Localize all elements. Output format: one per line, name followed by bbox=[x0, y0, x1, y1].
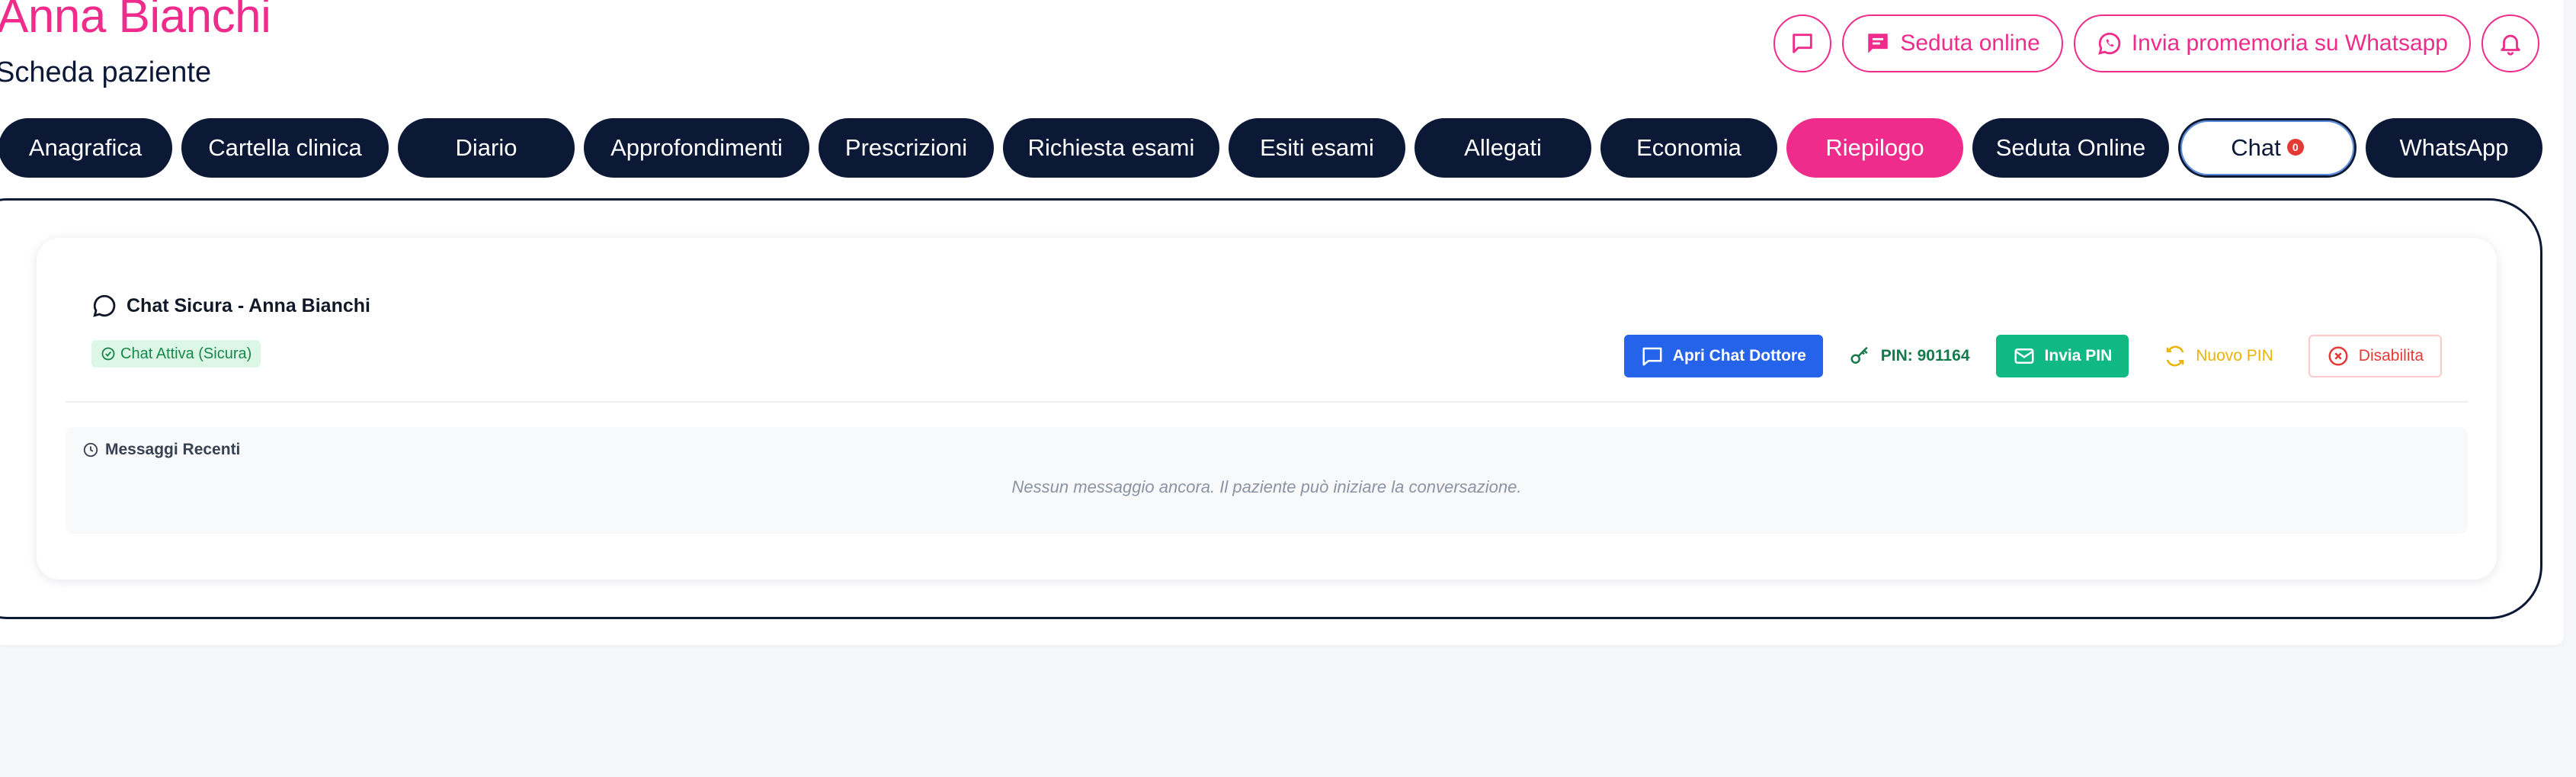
tab-label: Anagrafica bbox=[28, 134, 143, 161]
tab-label: Chat bbox=[2231, 134, 2281, 161]
pin-label: PIN: 901164 bbox=[1880, 347, 1970, 364]
online-session-label: Seduta online bbox=[1900, 31, 2040, 56]
mail-icon bbox=[2014, 348, 2034, 364]
chat-button[interactable] bbox=[1773, 14, 1832, 72]
divider bbox=[66, 401, 2468, 403]
disable-label: Disabilita bbox=[2358, 347, 2424, 364]
recent-messages-title: Messaggi Recenti bbox=[82, 441, 240, 459]
tab-label: Economia bbox=[1636, 134, 1741, 161]
tab-label: Diario bbox=[455, 134, 517, 161]
tab-label: Approfondimenti bbox=[610, 134, 783, 161]
tab-label: Cartella clinica bbox=[208, 134, 362, 161]
unread-count-badge: 0 bbox=[2286, 139, 2304, 156]
new-pin-button[interactable]: Nuovo PIN bbox=[2147, 335, 2290, 377]
whatsapp-icon bbox=[2098, 32, 2121, 55]
tab-chat[interactable]: Chat 0 bbox=[2178, 118, 2357, 178]
disable-button[interactable]: Disabilita bbox=[2308, 335, 2442, 377]
tab-seduta-online[interactable]: Seduta Online bbox=[1972, 118, 2169, 178]
tab-allegati[interactable]: Allegati bbox=[1415, 118, 1591, 178]
recent-messages-panel: Messaggi Recenti Nessun messaggio ancora… bbox=[66, 427, 2468, 534]
tab-richiesta-esami[interactable]: Richiesta esami bbox=[1003, 118, 1219, 178]
card-title-text: Chat Sicura - Anna Bianchi bbox=[127, 294, 370, 316]
refresh-icon bbox=[2167, 345, 2184, 367]
tab-economia[interactable]: Economia bbox=[1600, 118, 1777, 178]
notifications-button[interactable] bbox=[2481, 14, 2539, 72]
clock-icon bbox=[83, 442, 98, 458]
open-doctor-chat-label: Apri Chat Dottore bbox=[1672, 347, 1806, 364]
patient-name: Anna Bianchi bbox=[0, 0, 271, 43]
message-square-icon bbox=[1868, 34, 1889, 53]
tab-label: Allegati bbox=[1464, 134, 1542, 161]
patient-tabs: Anagrafica Cartella clinica Diario Appro… bbox=[0, 118, 2542, 178]
whatsapp-reminder-label: Invia promemoria su Whatsapp bbox=[2131, 31, 2448, 56]
check-circle-icon bbox=[101, 347, 115, 361]
card-title: Chat Sicura - Anna Bianchi bbox=[91, 293, 370, 319]
send-pin-button[interactable]: Invia PIN bbox=[1995, 335, 2129, 377]
empty-state-text: Nessun messaggio ancora. Il paziente può… bbox=[1011, 477, 1522, 496]
bell-icon bbox=[2501, 34, 2520, 56]
pin-display: PIN: 901164 bbox=[1841, 335, 1978, 377]
tab-whatsapp[interactable]: WhatsApp bbox=[2366, 118, 2542, 178]
tab-diario[interactable]: Diario bbox=[398, 118, 575, 178]
tab-prescrizioni[interactable]: Prescrizioni bbox=[819, 118, 994, 178]
send-pin-label: Invia PIN bbox=[2044, 347, 2113, 364]
tab-approfondimenti[interactable]: Approfondimenti bbox=[584, 118, 809, 178]
tab-label: Seduta Online bbox=[1995, 134, 2146, 161]
card-actions: Apri Chat Dottore PIN: 901164 Invia PIN … bbox=[1623, 335, 2442, 377]
x-circle-icon bbox=[2328, 346, 2348, 366]
new-pin-label: Nuovo PIN bbox=[2196, 347, 2273, 364]
online-session-button[interactable]: Seduta online bbox=[1842, 14, 2063, 72]
tab-esiti-esami[interactable]: Esiti esami bbox=[1229, 118, 1405, 178]
open-doctor-chat-button[interactable]: Apri Chat Dottore bbox=[1623, 335, 1823, 377]
tab-anagrafica[interactable]: Anagrafica bbox=[0, 118, 172, 178]
tab-label: Prescrizioni bbox=[844, 134, 968, 161]
whatsapp-reminder-button[interactable]: Invia promemoria su Whatsapp bbox=[2073, 14, 2471, 72]
tab-riepilogo[interactable]: Riepilogo bbox=[1786, 118, 1963, 178]
chat-bubble-icon bbox=[93, 294, 116, 317]
status-badge: Chat Attiva (Sicura) bbox=[91, 340, 261, 368]
page-subtitle: Scheda paziente bbox=[0, 56, 212, 88]
status-text: Chat Attiva (Sicura) bbox=[120, 345, 252, 362]
tab-label: Richiesta esami bbox=[1027, 134, 1195, 161]
secure-chat-card: Chat Sicura - Anna Bianchi Chat Attiva (… bbox=[37, 238, 2497, 580]
recent-messages-title-text: Messaggi Recenti bbox=[105, 441, 241, 458]
key-icon bbox=[1850, 346, 1868, 364]
top-actions: Seduta online Invia promemoria su Whatsa… bbox=[1773, 14, 2539, 72]
tab-cartella-clinica[interactable]: Cartella clinica bbox=[181, 118, 389, 178]
chat-bubble-icon bbox=[1793, 34, 1813, 53]
tab-label: WhatsApp bbox=[2399, 134, 2509, 161]
message-square-icon bbox=[1642, 347, 1662, 366]
tab-label: Riepilogo bbox=[1825, 134, 1924, 161]
tab-label: Esiti esami bbox=[1260, 134, 1374, 161]
